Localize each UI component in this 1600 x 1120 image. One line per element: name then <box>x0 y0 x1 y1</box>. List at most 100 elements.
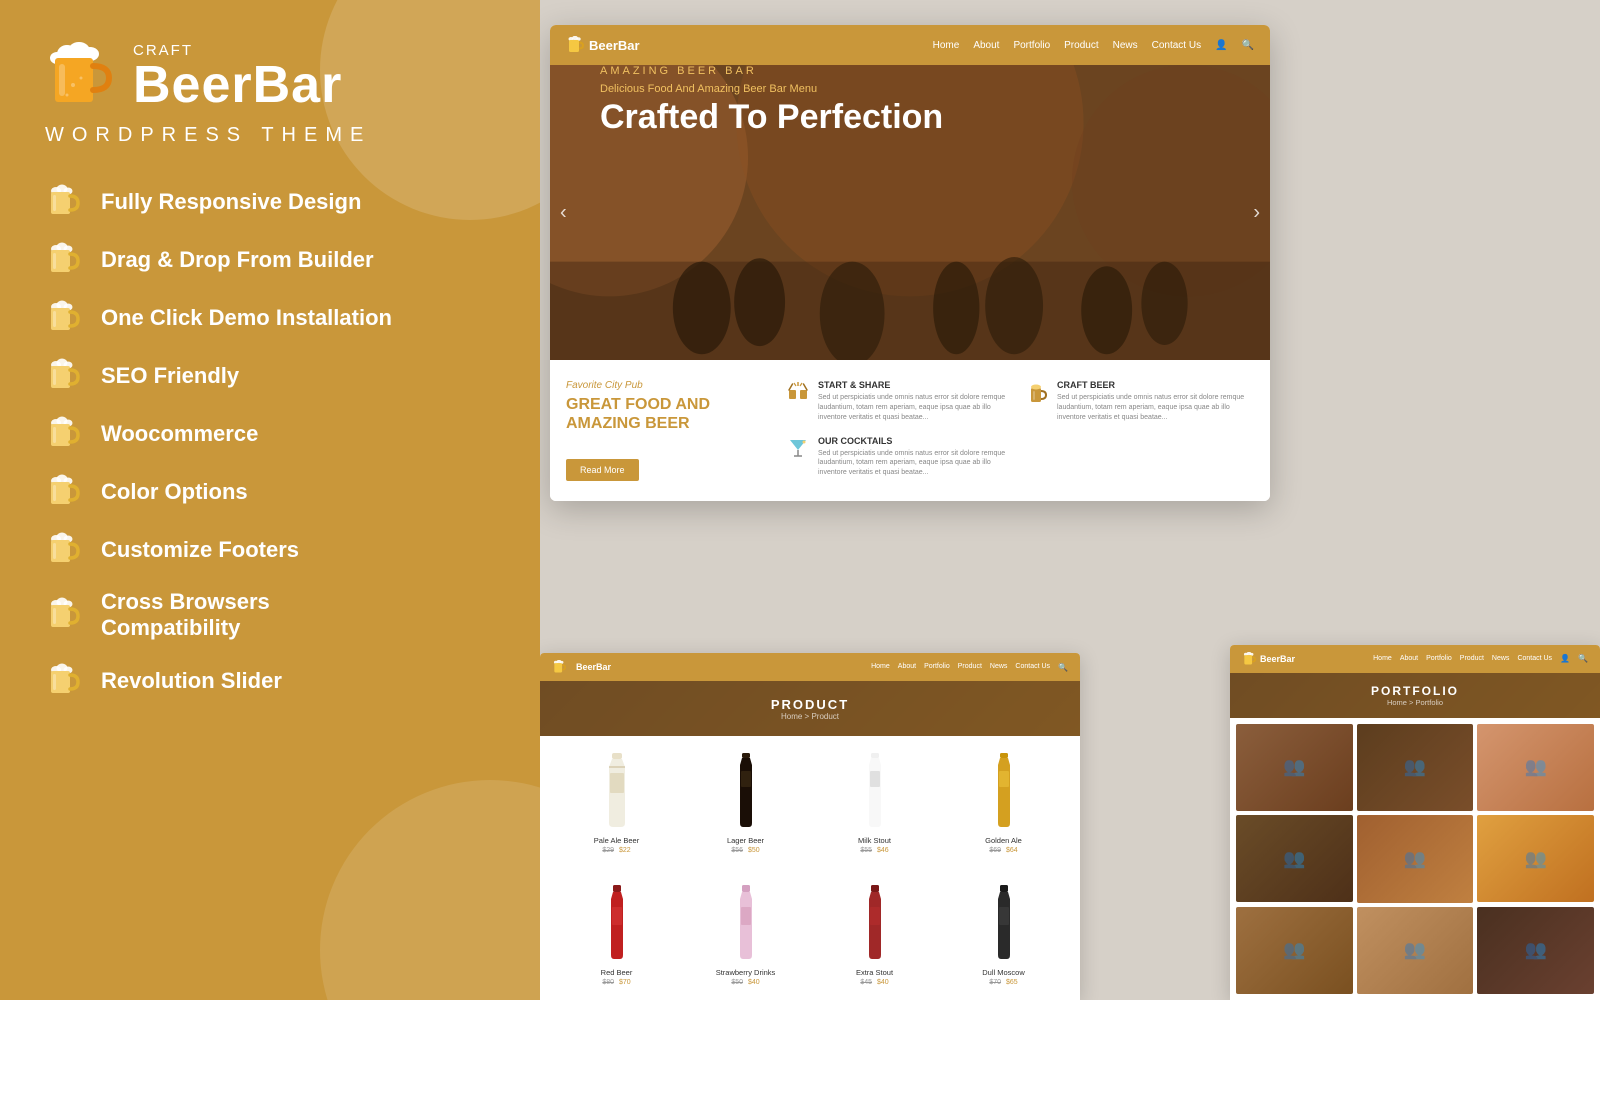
portfolio-img-4 <box>1236 815 1353 902</box>
product-nav-links: Home About Portfolio Product News Contac… <box>871 663 1068 672</box>
prod-nav-home: Home <box>871 663 890 672</box>
feature-text-cocktails: OUR COCKTAILS Sed ut perspiciatis unde o… <box>818 436 1015 482</box>
prod-nav-about: About <box>898 663 916 672</box>
product-price-dull-moscow: $70 $65 <box>989 979 1017 986</box>
left-panel: Craft BeerBar WordPress Theme Fully Resp… <box>0 0 540 1000</box>
product-card-strawberry: Strawberry Drinks $50 $40 <box>685 882 806 986</box>
product-card-red-beer: Red Beer $80 $70 <box>556 882 677 986</box>
portfolio-breadcrumb: Home > Portfolio <box>1387 698 1443 707</box>
prod-nav-news: News <box>990 663 1008 672</box>
brand-text-block: Craft BeerBar <box>133 42 342 111</box>
product-mockup: BeerBar Home About Portfolio Product New… <box>540 653 1080 1000</box>
right-panel: BeerBar Home About Portfolio Product New… <box>540 0 1600 1000</box>
portfolio-img-6 <box>1477 815 1594 902</box>
feature-label-color-options: Color Options <box>101 479 248 505</box>
product-card-extra-stout: Extra Stout $45 $40 <box>814 882 935 986</box>
bottle-lager <box>721 750 771 830</box>
portfolio-img-1 <box>1236 724 1353 811</box>
beer-mug-small-icon-4 <box>45 357 83 395</box>
product-grid-row1: Pale Ale Beer $29 $22 Lager Beer $56 <box>540 736 1080 868</box>
port-nav-home: Home <box>1373 655 1392 662</box>
mockup-logo: BeerBar <box>566 36 640 54</box>
hero-tagline: Delicious Food And Amazing Beer Bar Menu <box>600 83 1220 95</box>
bottle-strawberry <box>721 882 771 962</box>
feature-item-seo: SEO Friendly <box>45 357 500 395</box>
mockup-hero: AMAZING BEER BAR Delicious Food And Amaz… <box>550 65 1270 360</box>
product-price-red-beer: $80 $70 <box>602 979 630 986</box>
cocktail-icon <box>786 436 810 460</box>
nav-home: Home <box>933 40 960 51</box>
hero-small-label: AMAZING BEER BAR <box>600 65 1220 77</box>
feature-text-start-share: START & SHARE Sed ut perspiciatis unde o… <box>818 380 1015 426</box>
product-logo-text: BeerBar <box>576 662 611 672</box>
portfolio-img-9 <box>1477 907 1594 994</box>
port-nav-contact: Contact Us <box>1517 655 1552 662</box>
bottle-pale-ale <box>592 750 642 830</box>
product-price-extra-stout: $45 $40 <box>860 979 888 986</box>
portfolio-grid <box>1230 718 1600 1001</box>
product-price-pale-ale: $29 $22 <box>602 847 630 854</box>
portfolio-img-7 <box>1236 907 1353 994</box>
product-name-lager: Lager Beer <box>727 836 764 845</box>
prod-nav-product: Product <box>958 663 982 672</box>
portfolio-logo-icon <box>1242 652 1256 666</box>
feature-label-cross-browser: Cross BrowsersCompatibility <box>101 589 270 642</box>
pub-label: Favorite City Pub <box>566 380 766 391</box>
nav-search-icon: 🔍 <box>1242 40 1254 51</box>
feature-item-demo-install: One Click Demo Installation <box>45 299 500 337</box>
product-name-pale-ale: Pale Ale Beer <box>594 836 639 845</box>
features-list: Fully Responsive Design Drag & Drop From… <box>45 183 500 700</box>
feature-label-seo: SEO Friendly <box>101 363 239 389</box>
product-name-extra-stout: Extra Stout <box>856 968 893 977</box>
mockup-nav-links: Home About Portfolio Product News Contac… <box>933 40 1254 51</box>
product-breadcrumb: Home > Product <box>781 712 839 721</box>
feature-item-cross-browser: Cross BrowsersCompatibility <box>45 589 500 642</box>
prod-nav-search: 🔍 <box>1058 663 1068 672</box>
product-grid-row2: Red Beer $80 $70 Strawberry Drinks $50 <box>540 868 1080 1000</box>
product-name-red-beer: Red Beer <box>601 968 633 977</box>
mockup-features-grid: START & SHARE Sed ut perspiciatis unde o… <box>786 380 1254 481</box>
feature-label-responsive: Fully Responsive Design <box>101 189 361 215</box>
beer-mug-small-icon-9 <box>45 662 83 700</box>
product-name-strawberry: Strawberry Drinks <box>716 968 776 977</box>
main-mockup: BeerBar Home About Portfolio Product New… <box>550 25 1270 501</box>
beer-mug-small-icon-3 <box>45 299 83 337</box>
product-price-golden-ale: $69 $64 <box>989 847 1017 854</box>
product-card-golden-ale: Golden Ale $69 $64 <box>943 750 1064 854</box>
product-hero-bar: PRODUCT Home > Product <box>540 681 1080 736</box>
beer-mugs-toast-icon <box>786 380 810 404</box>
feature-item-footers: Customize Footers <box>45 531 500 569</box>
product-price-lager: $56 $50 <box>731 847 759 854</box>
prod-nav-portfolio: Portfolio <box>924 663 950 672</box>
portfolio-mockup: BeerBar Home About Portfolio Product New… <box>1230 645 1600 1001</box>
mockup-feature-craft-beer: CRAFT BEER Sed ut perspiciatis unde omni… <box>1025 380 1254 426</box>
hero-next-arrow[interactable]: › <box>1253 201 1260 224</box>
beer-mug-small-icon-2 <box>45 241 83 279</box>
feature-label-revolution: Revolution Slider <box>101 668 282 694</box>
beer-mug-small-icon-5 <box>45 415 83 453</box>
port-nav-news: News <box>1492 655 1510 662</box>
product-mockup-nav: BeerBar Home About Portfolio Product New… <box>540 653 1080 681</box>
product-card-milk-stout: Milk Stout $55 $46 <box>814 750 935 854</box>
product-price-milk-stout: $55 $46 <box>860 847 888 854</box>
portfolio-hero-bar: PORTFOLIO Home > Portfolio <box>1230 673 1600 718</box>
portfolio-logo-text: BeerBar <box>1260 654 1295 664</box>
port-nav-about: About <box>1400 655 1418 662</box>
read-more-button[interactable]: Read More <box>566 459 639 481</box>
nav-product: Product <box>1064 40 1098 51</box>
mockup-feature-start-share: START & SHARE Sed ut perspiciatis unde o… <box>786 380 1015 426</box>
hero-prev-arrow[interactable]: ‹ <box>560 201 567 224</box>
product-name-dull-moscow: Dull Moscow <box>982 968 1025 977</box>
feature-item-woocommerce: Woocommerce <box>45 415 500 453</box>
product-name-golden-ale: Golden Ale <box>985 836 1022 845</box>
bottle-golden-ale <box>979 750 1029 830</box>
product-card-dull-moscow: Dull Moscow $70 $65 <box>943 882 1064 986</box>
beer-mug-small-icon-6 <box>45 473 83 511</box>
prod-nav-contact: Contact Us <box>1015 663 1050 672</box>
product-logo-icon <box>552 660 566 674</box>
feature-item-responsive: Fully Responsive Design <box>45 183 500 221</box>
feature-item-color-options: Color Options <box>45 473 500 511</box>
product-card-pale-ale: Pale Ale Beer $29 $22 <box>556 750 677 854</box>
nav-contact: Contact Us <box>1152 40 1201 51</box>
nav-news: News <box>1113 40 1138 51</box>
